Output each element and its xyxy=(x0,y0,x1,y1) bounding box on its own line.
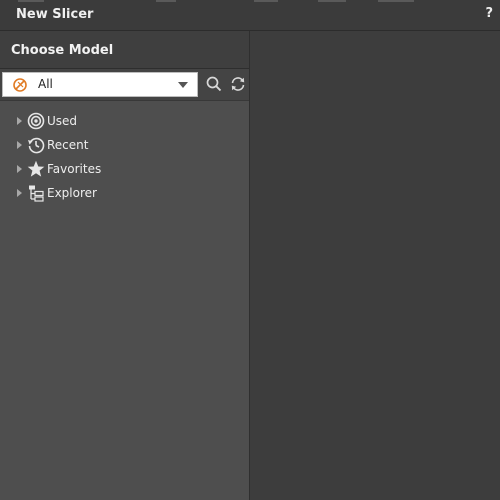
panel-title: Choose Model xyxy=(11,43,114,58)
tree-item-label: Used xyxy=(47,114,78,128)
refresh-icon xyxy=(231,77,245,91)
tab-indicator xyxy=(254,0,278,2)
tree-item-explorer[interactable]: Explorer xyxy=(0,181,249,205)
tree-item-label: Explorer xyxy=(47,186,97,200)
tree-item-used[interactable]: Used xyxy=(0,109,249,133)
history-icon xyxy=(27,136,45,154)
expand-arrow-icon[interactable] xyxy=(17,117,22,125)
panel-header: Choose Model xyxy=(0,31,249,69)
target-icon xyxy=(27,112,45,130)
model-filter-select[interactable]: All xyxy=(2,72,198,97)
tab-indicator xyxy=(318,0,346,2)
search-icon xyxy=(206,76,222,92)
refresh-button[interactable] xyxy=(229,75,247,93)
dialog-title: New Slicer xyxy=(16,7,94,22)
folder-tree-icon xyxy=(27,184,45,202)
tree-item-favorites[interactable]: Favorites xyxy=(0,157,249,181)
title-bar: New Slicer ? xyxy=(0,0,500,31)
expand-arrow-icon[interactable] xyxy=(17,189,22,197)
tab-indicator xyxy=(378,0,414,2)
choose-model-panel: Choose Model All Used Recent Favorites E… xyxy=(0,31,250,500)
star-icon xyxy=(27,160,45,178)
tree-item-label: Recent xyxy=(47,138,89,152)
new-slicer-dialog: New Slicer ? Choose Model All Used Recen… xyxy=(0,0,500,500)
preview-panel xyxy=(250,31,500,500)
model-toolbar: All xyxy=(0,69,249,101)
expand-arrow-icon[interactable] xyxy=(17,141,22,149)
tree-item-label: Favorites xyxy=(47,162,102,176)
search-button[interactable] xyxy=(205,75,223,93)
chevron-down-icon xyxy=(178,82,188,88)
tab-indicator xyxy=(156,0,176,2)
tab-indicator xyxy=(18,0,44,2)
model-tree: Used Recent Favorites Explorer xyxy=(0,109,249,205)
help-button[interactable]: ? xyxy=(485,6,493,21)
model-filter-value: All xyxy=(38,77,53,91)
no-filter-icon xyxy=(12,77,28,93)
expand-arrow-icon[interactable] xyxy=(17,165,22,173)
tree-item-recent[interactable]: Recent xyxy=(0,133,249,157)
